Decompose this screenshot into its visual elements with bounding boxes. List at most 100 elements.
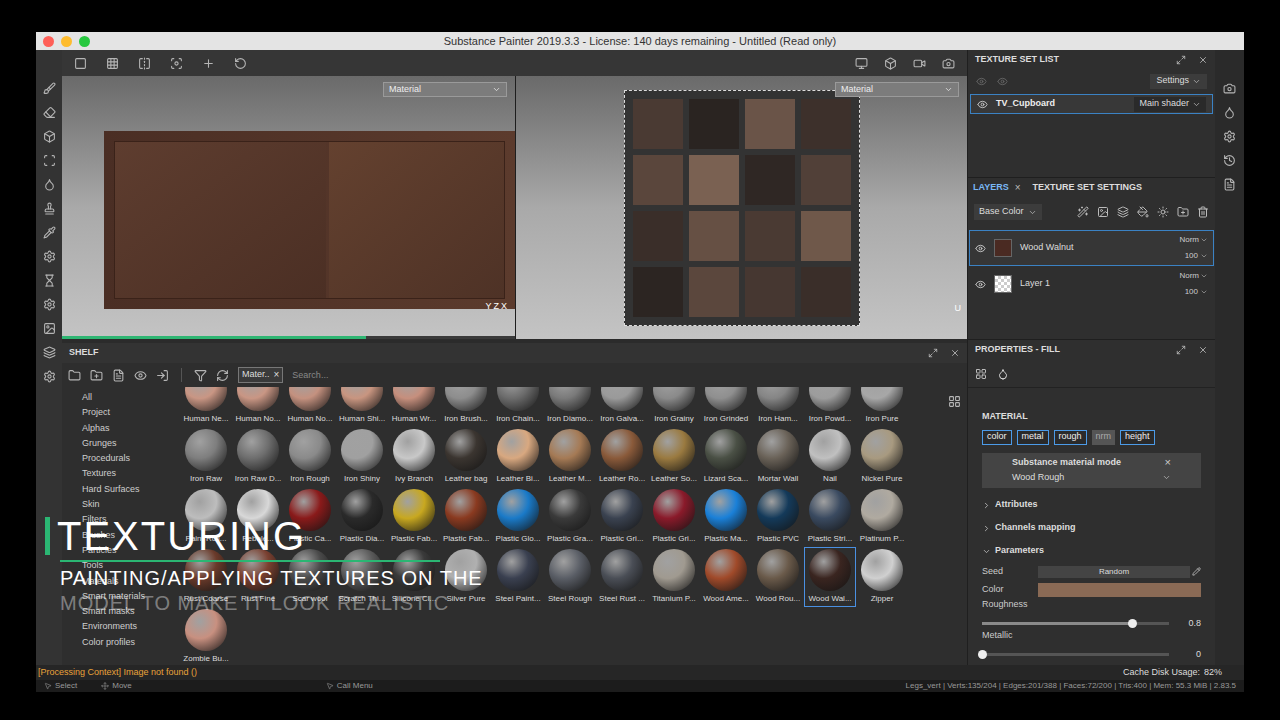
material-item[interactable]: Nail [804,427,856,487]
material-item[interactable]: Leather Ro... [596,427,648,487]
property-group[interactable]: Parameters [982,540,1201,563]
paint-layer-icon[interactable] [1157,206,1169,218]
stack-icon[interactable] [1117,206,1129,218]
shelf-category[interactable]: Alphas [82,421,180,436]
chevron-down-icon[interactable] [1192,77,1201,86]
shader-settings-icon[interactable] [1223,130,1236,143]
tab-close[interactable]: × [1015,183,1021,193]
layers-tab[interactable]: TEXTURE SET SETTINGS [1033,181,1143,195]
view-mode-icon[interactable] [855,57,868,70]
material-item[interactable]: Leather M... [544,427,596,487]
fill-tab-icon[interactable] [975,368,987,380]
chevron-down-icon[interactable] [944,85,953,94]
material-item[interactable]: Human No... [232,387,284,427]
plugin-icon[interactable] [43,370,56,383]
material-item[interactable]: Titanium P... [648,547,700,607]
layers-tab[interactable]: LAYERS× [973,181,1021,195]
material-item[interactable]: Wood Wal... [804,547,856,607]
chevron-down-icon[interactable] [1200,236,1208,244]
float-icon[interactable] [928,348,938,358]
property-group[interactable]: Attributes [982,494,1201,517]
material-item[interactable]: Iron Powd... [804,387,856,427]
shelf-search[interactable] [292,367,961,383]
material-item[interactable]: Human Wr... [388,387,440,427]
uv-map[interactable] [624,90,860,326]
material-item[interactable]: Wood Rou... [752,547,804,607]
filter-chip[interactable]: Mater..× [238,367,283,383]
slider-knob[interactable] [978,650,987,659]
photoshop-icon[interactable] [43,322,56,335]
align-icon[interactable] [170,57,183,70]
shelf-category[interactable]: Hard Surfaces [82,482,180,497]
layer-row[interactable]: Wood WalnutNorm100 [969,230,1214,266]
material-item[interactable]: Iron Chain... [492,387,544,427]
bake-icon[interactable] [43,250,56,263]
fill-layer-icon[interactable] [1137,206,1149,218]
picker-icon[interactable] [43,226,56,239]
mode-close[interactable]: × [1165,457,1171,468]
eye-icon[interactable] [975,279,986,290]
chevron-down-icon[interactable] [1192,100,1201,109]
add-icon[interactable] [202,57,215,70]
slider-reading[interactable]: 0 [1179,648,1201,662]
close-icon[interactable] [1198,345,1208,355]
material-item[interactable]: Iron Ham... [752,387,804,427]
material-tab-icon[interactable] [997,368,1009,380]
cupboard-model[interactable] [104,131,515,309]
blend-mode[interactable]: Norm [1179,234,1208,246]
channel-chip[interactable]: rough [1054,430,1087,445]
material-item[interactable]: Plastic Gri... [648,487,700,547]
slider-knob[interactable] [1128,619,1137,628]
material-item[interactable]: Leather Bi... [492,427,544,487]
seed-button[interactable]: Random [1038,566,1190,578]
material-item[interactable]: Wood Ame... [700,547,752,607]
shelf-category[interactable]: Grunges [82,436,180,451]
export-icon[interactable] [43,346,56,359]
material-item[interactable]: Ivy Branch [388,427,440,487]
material-item[interactable]: Lizard Sca... [700,427,752,487]
shader-dropdown[interactable]: Main shader [1134,97,1206,112]
viewport-3d[interactable]: YZXMaterial [62,76,515,339]
material-item[interactable]: Mortar Wall [752,427,804,487]
material-item[interactable]: Human Ne... [180,387,232,427]
projection-icon[interactable] [43,130,56,143]
float-icon[interactable] [1176,345,1186,355]
symmetry-icon[interactable] [138,57,151,70]
mode-dropdown[interactable]: Wood Rough [1012,471,1171,485]
camera-icon[interactable] [1223,82,1236,95]
settings-icon[interactable] [43,298,56,311]
import-icon[interactable] [156,369,169,382]
material-item[interactable]: Zombie Bu... [180,607,232,665]
video-icon[interactable] [913,57,926,70]
settings-button[interactable]: Settings [1150,74,1207,89]
camera-mode-icon[interactable] [884,57,897,70]
material-item[interactable]: Platinum P... [856,487,908,547]
material-item[interactable]: Steel Paint... [492,547,544,607]
color-swatch[interactable] [1038,583,1201,597]
eye-icon[interactable] [975,243,986,254]
shelf-category[interactable]: All [82,390,180,405]
material-item[interactable]: Iron Pure [856,387,908,427]
viewport-mode-dropdown[interactable]: Material [835,82,959,97]
channel-chip[interactable]: metal [1017,430,1049,445]
shelf-category[interactable]: Textures [82,466,180,481]
material-item[interactable]: Iron Rough [284,427,336,487]
slider-track[interactable] [982,622,1169,625]
channel-chip[interactable]: nrm [1092,430,1116,445]
material-item[interactable]: Leather bag [440,427,492,487]
material-item[interactable]: Iron Raw D... [232,427,284,487]
material-item[interactable]: Plastic Dia... [336,487,388,547]
slider-reading[interactable]: 0.8 [1179,617,1201,631]
clone-icon[interactable] [43,202,56,215]
traffic-light[interactable] [61,36,72,47]
chevron-down-icon[interactable] [1200,252,1208,260]
material-item[interactable]: Plastic Fab... [440,487,492,547]
history-icon[interactable] [43,274,56,287]
chevron-down-icon[interactable] [982,547,991,556]
eye-icon[interactable] [976,76,987,87]
filter-chip-close[interactable]: × [274,370,280,380]
chevron-down-icon[interactable] [1162,473,1171,482]
traffic-light[interactable] [79,36,90,47]
blend-mode[interactable]: Norm [1179,270,1208,282]
mask-icon[interactable] [1097,206,1109,218]
